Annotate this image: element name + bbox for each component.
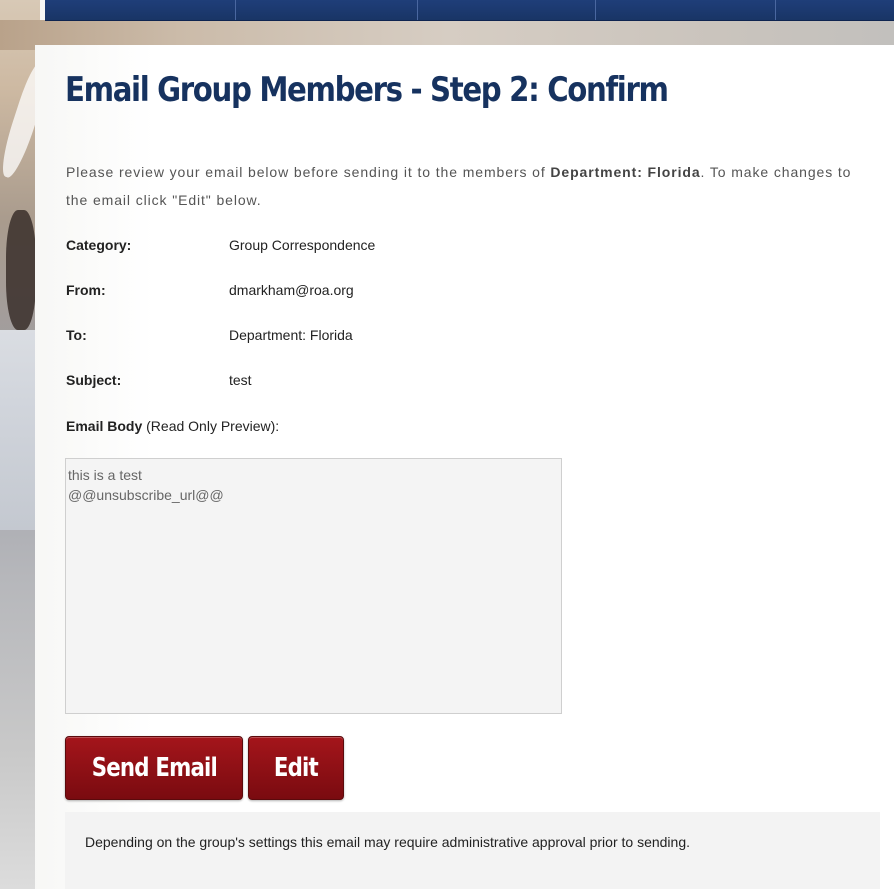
from-row: From: dmarkham@roa.org xyxy=(66,282,846,300)
to-value: Department: Florida xyxy=(229,327,353,343)
approval-notice: Depending on the group's settings this e… xyxy=(65,812,880,889)
background-photo xyxy=(0,0,55,889)
top-navigation-bar[interactable] xyxy=(45,0,894,21)
intro-text: Please review your email below before se… xyxy=(66,164,852,208)
email-body-preview[interactable]: this is a test @@unsubscribe_url@@ xyxy=(65,458,562,714)
to-row: To: Department: Florida xyxy=(66,327,846,345)
edit-button[interactable]: Edit xyxy=(248,736,344,800)
group-name: Department: Florida xyxy=(550,164,701,180)
category-value: Group Correspondence xyxy=(229,237,376,253)
from-label: From: xyxy=(66,282,106,298)
from-value: dmarkham@roa.org xyxy=(229,282,354,298)
to-label: To: xyxy=(66,327,87,343)
email-body-line: @@unsubscribe_url@@ xyxy=(68,487,224,503)
subject-label: Subject: xyxy=(66,372,122,388)
category-row: Category: Group Correspondence xyxy=(66,237,846,255)
email-body-line: this is a test xyxy=(68,467,142,483)
send-email-button[interactable]: Send Email xyxy=(65,736,243,800)
page-title: Email Group Members - Step 2: Confirm xyxy=(65,70,669,110)
subject-value: test xyxy=(229,372,252,388)
email-body-label: Email Body (Read Only Preview): xyxy=(66,418,280,434)
subject-row: Subject: test xyxy=(66,372,846,390)
category-label: Category: xyxy=(66,237,132,253)
